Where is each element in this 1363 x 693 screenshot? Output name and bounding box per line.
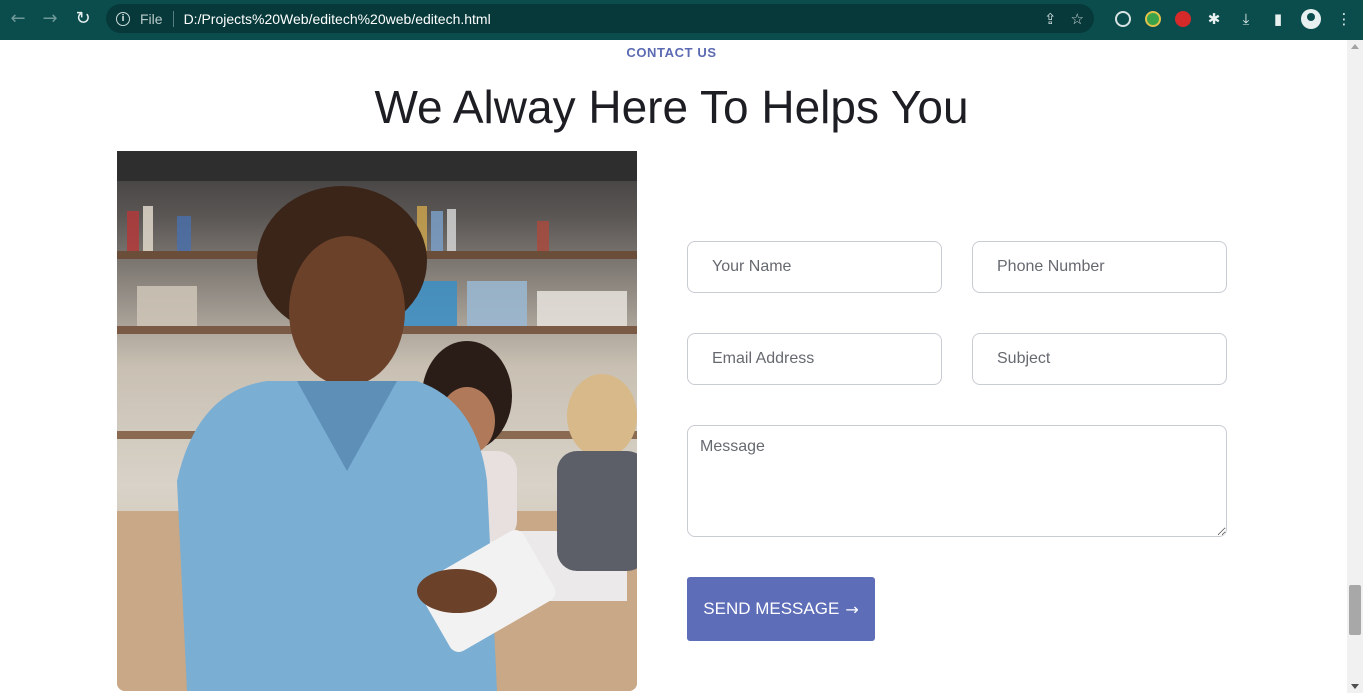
email-input[interactable]: [687, 333, 942, 385]
profile-avatar-icon[interactable]: [1301, 8, 1321, 29]
leaf-extension-icon[interactable]: [1145, 10, 1161, 27]
site-info-icon[interactable]: i: [116, 11, 130, 26]
scheme-label: File: [140, 10, 163, 27]
browser-toolbar: ← → ↻ i File D:/Projects%20Web/editech%2…: [0, 0, 1363, 40]
phone-input[interactable]: [972, 241, 1227, 293]
bookmark-star-icon[interactable]: ☆: [1071, 10, 1084, 28]
page-content: CONTACT US We Alway Here To Helps You Yo…: [0, 40, 1347, 693]
send-message-button[interactable]: SEND MESSAGE →: [687, 577, 875, 641]
forward-button[interactable]: →: [34, 2, 66, 34]
scroll-down-arrow-icon[interactable]: [1351, 684, 1359, 689]
name-input[interactable]: [687, 241, 942, 293]
globe-extension-icon[interactable]: [1115, 10, 1131, 27]
scrollbar-thumb[interactable]: [1349, 585, 1361, 635]
omnibox-divider: [172, 10, 174, 27]
share-icon[interactable]: ⇪: [1044, 10, 1057, 28]
forward-arrow-icon: →: [42, 7, 58, 29]
subject-input[interactable]: [972, 333, 1227, 385]
reload-button[interactable]: ↻: [67, 2, 99, 34]
extensions-puzzle-icon[interactable]: ✱: [1205, 10, 1223, 28]
photo-illustration: [117, 151, 637, 691]
back-arrow-icon: ←: [10, 7, 26, 29]
side-panel-icon[interactable]: ▮: [1269, 10, 1287, 28]
scroll-up-arrow-icon[interactable]: [1351, 44, 1359, 49]
message-textarea[interactable]: [687, 425, 1227, 537]
menu-kebab-icon[interactable]: ⋮: [1335, 10, 1353, 28]
stop-extension-icon[interactable]: [1175, 10, 1191, 27]
reload-icon: ↻: [75, 7, 91, 29]
send-message-label: SEND MESSAGE: [703, 599, 840, 618]
arrow-right-icon: →: [845, 599, 859, 619]
address-bar[interactable]: i File D:/Projects%20Web/editech%20web/e…: [106, 4, 1094, 33]
download-icon[interactable]: ⤓: [1237, 10, 1255, 28]
back-button[interactable]: ←: [2, 2, 34, 34]
section-eyebrow: CONTACT US: [626, 45, 717, 60]
url-text[interactable]: D:/Projects%20Web/editech%20web/editech.…: [184, 11, 491, 27]
page-scrollbar[interactable]: [1347, 40, 1363, 693]
section-title: We Alway Here To Helps You: [374, 81, 969, 133]
contact-photo: [117, 151, 637, 691]
